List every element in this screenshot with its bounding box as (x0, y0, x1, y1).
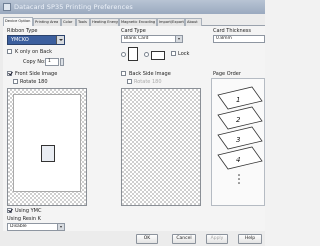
chevron-down-icon (175, 36, 182, 42)
page-order-illustration: 1 2 3 4 (217, 86, 263, 184)
using-ymc-checkbox[interactable] (7, 208, 12, 213)
ok-button[interactable]: OK (136, 234, 158, 244)
page-number: 2 (236, 116, 241, 124)
apply-button[interactable]: Apply (206, 234, 228, 244)
device-option-panel: Ribbon Type YMCKO K only on Back Copy No… (3, 26, 265, 231)
page-number: 1 (236, 96, 240, 104)
help-button[interactable]: Help (238, 234, 262, 244)
back-rotate-180-checkbox[interactable] (127, 79, 132, 84)
lock-label: Lock (178, 51, 190, 57)
tab-heating-energy[interactable]: Heating Energy (90, 18, 119, 26)
printing-preferences-window: Datacard SP35 Printing Preferences Devic… (0, 0, 265, 246)
front-card-preview (13, 94, 81, 192)
k-only-on-back-label: K only on Back (15, 49, 52, 55)
card-thickness-select[interactable]: 0.8mm (213, 35, 265, 43)
tab-import-export[interactable]: Import/Export (157, 18, 185, 26)
front-preview-pane (7, 88, 87, 206)
card-type-value: Blank Card (124, 36, 149, 41)
front-side-image-checkbox[interactable] (7, 71, 12, 76)
back-preview-pane (121, 88, 201, 206)
back-rotate-180-label: Rotate 180 (134, 79, 162, 85)
tab-tools[interactable]: Tools (76, 18, 90, 26)
ribbon-type-label: Ribbon Type (7, 28, 38, 34)
ellipsis-dot (238, 174, 240, 176)
photo-icon (41, 145, 55, 162)
copy-no-input[interactable]: 1 (45, 58, 59, 66)
chevron-down-icon (56, 36, 64, 44)
front-side-image-label: Front Side Image (15, 71, 58, 77)
landscape-radio[interactable] (144, 52, 149, 57)
ellipsis-dot (238, 178, 240, 180)
page-order-label: Page Order (213, 71, 241, 77)
printer-icon (3, 3, 11, 11)
front-rotate-180-checkbox[interactable] (13, 79, 18, 84)
page-number: 4 (236, 156, 240, 164)
cancel-button[interactable]: Cancel (172, 234, 196, 244)
k-only-on-back-checkbox[interactable] (7, 49, 12, 54)
portrait-radio[interactable] (121, 52, 126, 57)
back-side-image-checkbox[interactable] (121, 71, 126, 76)
tab-printing-area[interactable]: Printing Area (33, 18, 61, 26)
front-rotate-180-label: Rotate 180 (20, 79, 48, 85)
copy-no-spinner[interactable] (60, 58, 64, 66)
back-side-image-label: Back Side Image (129, 71, 171, 77)
using-resin-k-value: Disable (10, 224, 27, 229)
card-thickness-value: 0.8mm (216, 36, 232, 41)
ribbon-type-value: YMCKO (11, 37, 29, 43)
tab-about[interactable]: About (185, 18, 202, 26)
using-ymc-label: Using YMC (15, 208, 42, 214)
page-order-box: 1 2 3 4 (211, 78, 265, 206)
card-type-label: Card Type (121, 28, 146, 34)
title-bar: Datacard SP35 Printing Preferences (0, 0, 265, 14)
tab-strip: Device Option Printing Area Color Tools … (3, 17, 265, 26)
using-resin-k-select[interactable]: Disable (7, 223, 65, 231)
landscape-card-icon (151, 51, 165, 60)
using-resin-k-label: Using Resin K (7, 216, 41, 222)
copy-no-label: Copy No: (23, 59, 46, 65)
tab-device-option[interactable]: Device Option (3, 17, 33, 26)
portrait-card-icon (128, 47, 138, 61)
tab-magnetic-encoding[interactable]: Magnetic Encoding (119, 18, 157, 26)
card-type-select[interactable]: Blank Card (121, 35, 183, 43)
ribbon-type-select[interactable]: YMCKO (7, 35, 65, 45)
tab-color[interactable]: Color (61, 18, 76, 26)
chevron-down-icon (57, 224, 64, 230)
ellipsis-dot (238, 182, 240, 184)
card-thickness-label: Card Thickness (213, 28, 251, 34)
page-number: 3 (236, 136, 240, 144)
lock-checkbox[interactable] (171, 51, 176, 56)
window-title: Datacard SP35 Printing Preferences (14, 3, 133, 11)
